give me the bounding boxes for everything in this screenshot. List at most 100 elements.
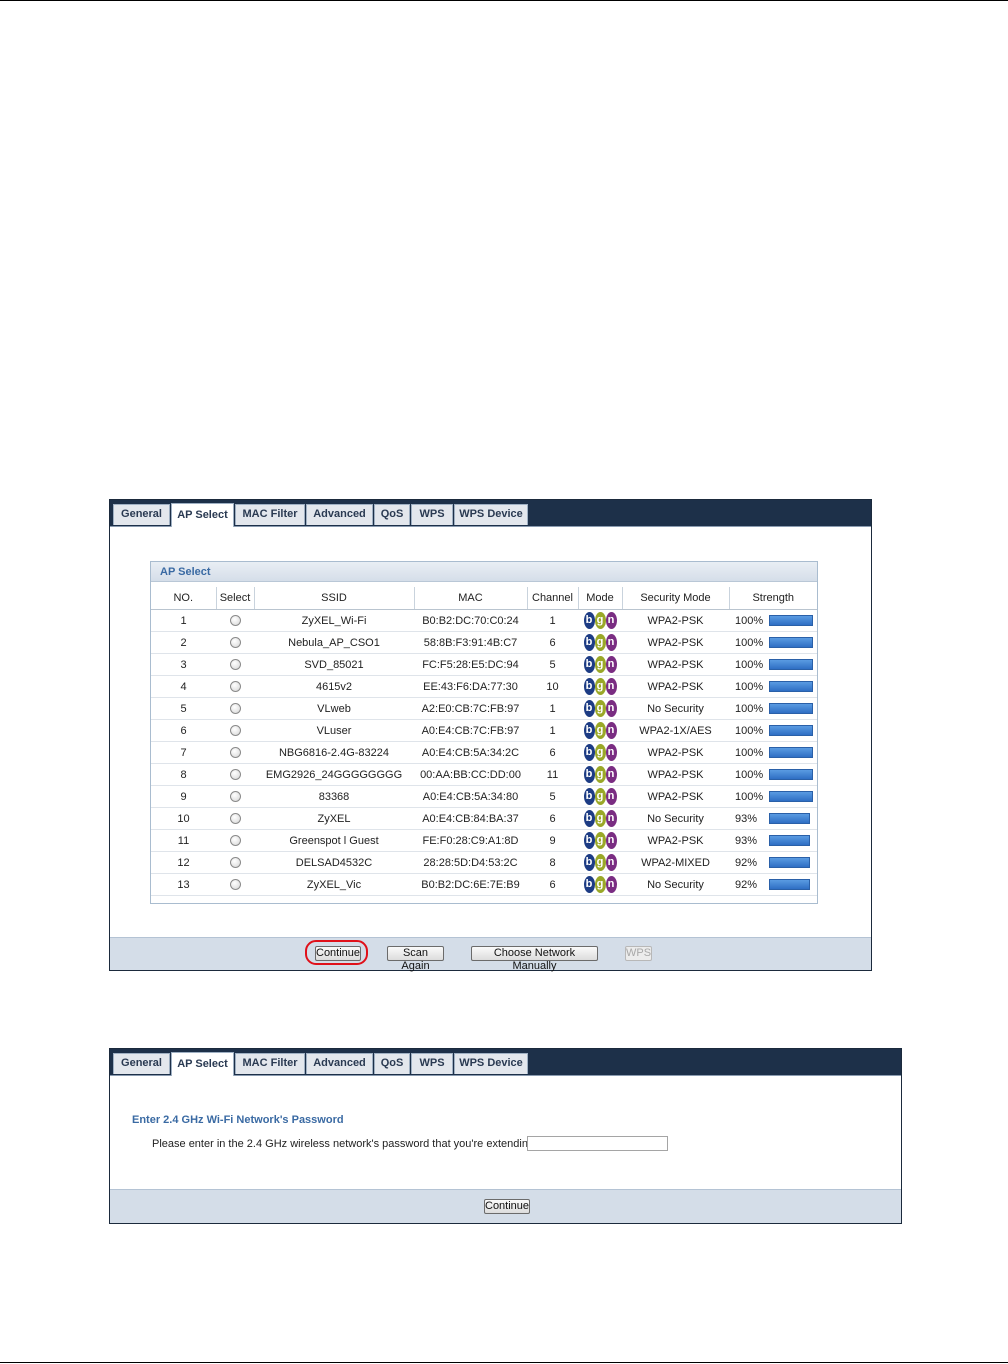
select-radio[interactable] [229,769,241,781]
mode-n-icon: n [605,744,617,761]
mode-cell: bgn [578,763,622,786]
select-radio[interactable] [229,791,241,803]
table-row[interactable]: 7 NBG6816-2.4G-83224 A0:E4:CB:5A:34:2C 6 b g n… [151,741,817,764]
ap-select-title: AP Select [151,562,817,582]
table-row[interactable]: 6 VLuser A0:E4:CB:7C:FB:97 1 b g n WPA2-1X/AES 1… [151,719,817,742]
scan-again-button[interactable]: Scan Again [387,946,444,972]
mode-cell: bgn [578,873,622,896]
select-radio[interactable] [229,879,241,891]
select-radio[interactable] [229,747,241,759]
mac-cell: A0:E4:CB:5A:34:2C [414,741,527,764]
tab-ap-select[interactable]: AP Select [171,1052,234,1076]
table-row[interactable]: 9 83368 A0:E4:CB:5A:34:80 5 b g n WPA2-PSK 100% [151,785,817,808]
tab-advanced[interactable]: Advanced [306,1053,373,1074]
mode-cell: bgn [578,675,622,698]
table-row[interactable]: 10 ZyXEL A0:E4:CB:84:BA:37 6 b g n No Security 9… [151,807,817,830]
tab-qos[interactable]: QoS [374,504,410,525]
tab-ap-select[interactable]: AP Select [171,503,234,527]
table-row[interactable]: 13 ZyXEL_Vic B0:B2:DC:6E:7E:B9 6 b g n No Secur… [151,873,817,896]
select-radio[interactable] [229,857,241,869]
select-cell [216,785,254,808]
ap-select-footer: Continue Scan Again Choose Network Manua… [110,937,871,972]
mode-b-icon: b [583,744,595,761]
mode-cell: bgn [578,741,622,764]
ap-table-header: NO. Select SSID MAC Channel Mode Securit… [151,587,817,610]
tab-general[interactable]: General [113,1053,170,1074]
row-number: 4 [151,675,216,698]
mode-cell: bgn [578,631,622,654]
ssid-cell: DELSAD4532C [254,851,414,874]
select-radio[interactable] [229,703,241,715]
mac-cell: A2:E0:CB:7C:FB:97 [414,697,527,720]
col-channel: Channel [526,587,578,610]
select-cell [216,741,254,764]
col-ssid: SSID [253,587,414,610]
tab-mac-filter[interactable]: MAC Filter [235,1053,305,1074]
select-radio[interactable] [229,615,241,627]
row-number: 1 [151,609,216,632]
strength-bar [769,703,813,714]
security-mode-cell: No Security [622,807,729,830]
strength-bar [769,769,813,780]
tab-wps[interactable]: WPS [411,504,453,525]
strength-bar [769,879,810,890]
mac-cell: A0:E4:CB:7C:FB:97 [414,719,527,742]
table-row[interactable]: 8 EMG2926_24GGGGGGGG 00:AA:BB:CC:DD:00 11 b g… [151,763,817,786]
select-radio[interactable] [229,637,241,649]
continue-button[interactable]: Continue [484,1199,530,1214]
table-row[interactable]: 2 Nebula_AP_CSO1 58:8B:F3:91:4B:C7 6 b g n WPA2… [151,631,817,654]
select-radio[interactable] [229,725,241,737]
tab-qos[interactable]: QoS [374,1053,410,1074]
select-cell [216,653,254,676]
mac-cell: A0:E4:CB:5A:34:80 [414,785,527,808]
select-radio[interactable] [229,659,241,671]
select-radio[interactable] [229,681,241,693]
table-row[interactable]: 3 SVD_85021 FC:F5:28:E5:DC:94 5 b g n WPA2-PSK 1… [151,653,817,676]
mac-cell: EE:43:F6:DA:77:30 [414,675,527,698]
select-radio[interactable] [229,813,241,825]
mode-g-icon: g [594,788,606,805]
mode-n-icon: n [605,810,617,827]
mode-b-icon: b [583,612,595,629]
table-row[interactable]: 12 DELSAD4532C 28:28:5D:D4:53:2C 8 b g n WPA2-M… [151,851,817,874]
strength-percent: 100% [735,790,764,803]
password-input[interactable] [527,1136,668,1151]
security-mode-cell: WPA2-PSK [622,609,729,632]
tab-wps-device[interactable]: WPS Device [454,1053,528,1074]
ssid-cell: Greenspot l Guest [254,829,414,852]
tab-mac-filter[interactable]: MAC Filter [235,504,305,525]
mode-n-icon: n [605,656,617,673]
mode-g-icon: g [594,612,606,629]
continue-button[interactable]: Continue [315,946,361,961]
select-radio[interactable] [229,835,241,847]
mode-g-icon: g [594,876,606,893]
row-number: 10 [151,807,216,830]
table-row[interactable]: 5 VLweb A2:E0:CB:7C:FB:97 1 b g n No Security 10… [151,697,817,720]
tab-wps-device[interactable]: WPS Device [454,504,528,525]
strength-percent: 100% [735,702,764,715]
table-row[interactable]: 1 ZyXEL_Wi-Fi B0:B2:DC:70:C0:24 1 b g n WPA2-PS… [151,609,817,632]
mode-b-icon: b [583,810,595,827]
security-mode-cell: No Security [622,873,729,896]
tab-wps[interactable]: WPS [411,1053,453,1074]
strength-percent: 100% [735,658,764,671]
security-mode-cell: WPA2-PSK [622,675,729,698]
strength-bar [769,835,810,846]
mode-n-icon: n [605,612,617,629]
strength-cell: 100% [729,609,817,632]
channel-cell: 6 [527,631,578,654]
mode-n-icon: n [605,678,617,695]
strength-cell: 92% [729,851,817,874]
col-strength: Strength [728,587,817,610]
tab-advanced[interactable]: Advanced [306,504,373,525]
mac-cell: 58:8B:F3:91:4B:C7 [414,631,527,654]
mode-cell: bgn [578,719,622,742]
table-row[interactable]: 11 Greenspot l Guest FE:F0:28:C9:A1:8D 9 b g n… [151,829,817,852]
col-mode: Mode [577,587,622,610]
wps-button[interactable]: WPS [625,946,652,961]
ssid-cell: NBG6816-2.4G-83224 [254,741,414,764]
strength-bar [769,681,813,692]
choose-network-manually-button[interactable]: Choose Network Manually [471,946,598,972]
tab-general[interactable]: General [113,504,170,525]
table-row[interactable]: 4 4615v2 EE:43:F6:DA:77:30 10 b g n WPA2-PSK 100… [151,675,817,698]
